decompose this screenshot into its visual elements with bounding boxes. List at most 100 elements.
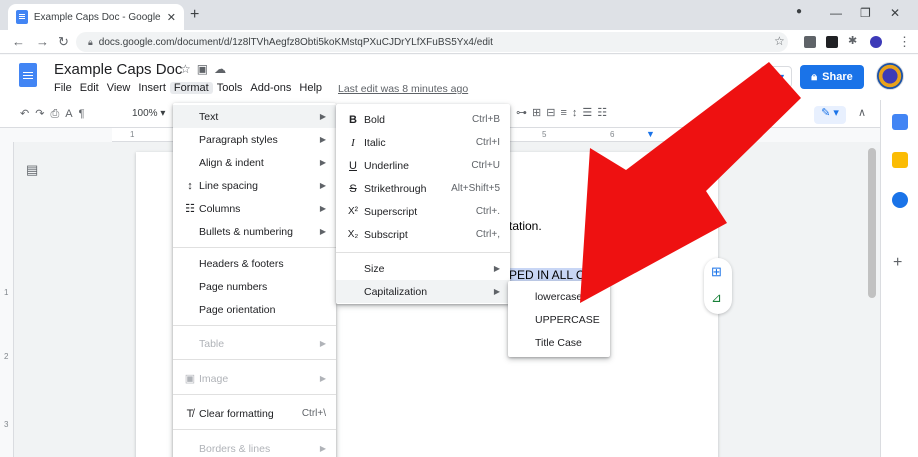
- menu-item-capitalization[interactable]: Capitalization ▶: [336, 280, 510, 303]
- document-outline-icon[interactable]: ▤: [26, 162, 38, 178]
- tab-title: Example Caps Doc - Google Doc: [33, 11, 161, 23]
- menu-item-uppercase[interactable]: UPPERCASE: [508, 308, 610, 331]
- capitalization-submenu: lowercase UPPERCASE Title Case: [508, 281, 610, 357]
- window-close-icon[interactable]: ✕: [890, 6, 900, 20]
- menu-item-label: Columns: [199, 202, 241, 215]
- vertical-ruler[interactable]: 1 2 3: [0, 142, 14, 457]
- extensions-puzzle-icon[interactable]: ✱: [848, 34, 857, 47]
- menu-shortcut: Ctrl+I: [475, 137, 500, 148]
- star-icon[interactable]: ☆: [180, 62, 197, 76]
- extension-icon[interactable]: [804, 36, 816, 48]
- docs-favicon-icon: [16, 10, 28, 24]
- vruler-mark: 1: [4, 288, 9, 297]
- menu-tools[interactable]: Tools: [213, 82, 247, 94]
- share-button[interactable]: 🔒︎ Share: [800, 65, 864, 89]
- keep-icon[interactable]: [892, 152, 908, 168]
- comment-icon[interactable]: ⊞: [532, 107, 546, 119]
- underline-icon: U: [349, 159, 357, 172]
- docs-logo-icon[interactable]: [19, 63, 37, 87]
- menu-item-paragraph-styles[interactable]: Paragraph styles ▶: [173, 128, 336, 151]
- browser-menu-icon[interactable]: ⋮: [898, 34, 911, 50]
- align-icon[interactable]: ≡: [560, 107, 571, 119]
- menu-file[interactable]: File: [50, 82, 76, 94]
- menu-divider: [173, 359, 336, 360]
- link-icon[interactable]: ⊶: [516, 107, 532, 119]
- paint-format-icon[interactable]: ¶: [79, 108, 91, 120]
- get-addons-icon[interactable]: +: [893, 254, 902, 272]
- tasks-icon[interactable]: [892, 192, 908, 208]
- menu-item-page-orientation[interactable]: Page orientation: [173, 298, 336, 321]
- browser-tabstrip: Example Caps Doc - Google Doc ✕ + ● — ❐ …: [0, 0, 918, 30]
- menu-item-headers-footers[interactable]: Headers & footers: [173, 252, 336, 275]
- scrollbar[interactable]: [864, 142, 880, 457]
- scrollbar-thumb[interactable]: [868, 148, 876, 298]
- menu-addons[interactable]: Add-ons: [246, 82, 295, 94]
- tab-close-icon[interactable]: ✕: [167, 11, 176, 24]
- browser-tab[interactable]: Example Caps Doc - Google Doc ✕: [8, 4, 184, 30]
- suggest-edits-icon[interactable]: ⊿: [711, 290, 722, 306]
- menu-item-title-case[interactable]: Title Case: [508, 331, 610, 354]
- collapse-menus-icon[interactable]: ∧: [858, 106, 866, 119]
- line-spacing-icon[interactable]: ↕: [572, 107, 583, 119]
- print-icon[interactable]: ⎙: [50, 108, 65, 120]
- profile-dot-icon[interactable]: ●: [796, 6, 802, 17]
- checklist-icon[interactable]: ☰: [582, 107, 597, 119]
- minimize-icon[interactable]: —: [830, 6, 842, 20]
- menu-item-subscript[interactable]: X₂ Subscript Ctrl+,: [336, 223, 510, 246]
- menu-format[interactable]: Format: [169, 82, 213, 94]
- pencil-icon: ✎ ▾: [821, 107, 839, 119]
- menu-item-strikethrough[interactable]: S Strikethrough Alt+Shift+5: [336, 177, 510, 200]
- menu-insert[interactable]: Insert: [134, 82, 170, 94]
- menu-item-bullets-numbering[interactable]: Bullets & numbering ▶: [173, 220, 336, 243]
- menu-item-text[interactable]: Text ▶: [173, 105, 336, 128]
- screen: Example Caps Doc - Google Doc ✕ + ● — ❐ …: [0, 0, 918, 457]
- undo-icon[interactable]: ↶: [20, 108, 35, 120]
- menu-edit[interactable]: Edit: [76, 82, 103, 94]
- menu-item-align-indent[interactable]: Align & indent ▶: [173, 151, 336, 174]
- move-folder-icon[interactable]: ▣: [197, 62, 214, 76]
- menu-shortcut: Ctrl+.: [475, 206, 500, 217]
- reload-icon[interactable]: ↻: [58, 34, 69, 50]
- redo-icon[interactable]: ↷: [35, 108, 50, 120]
- image-icon[interactable]: ⊟: [546, 107, 560, 119]
- new-tab-button[interactable]: +: [190, 6, 199, 24]
- docs-header: Example Caps Doc ☆▣☁ File Edit View Inse…: [0, 55, 918, 100]
- menu-item-borders-lines: Borders & lines ▶: [173, 437, 336, 457]
- document-text-line[interactable]: tation.: [509, 219, 542, 233]
- menu-item-bold[interactable]: B Bold Ctrl+B: [336, 108, 510, 131]
- cloud-status-icon[interactable]: ☁: [214, 62, 232, 76]
- add-comment-icon[interactable]: ⊞: [711, 264, 722, 280]
- menu-divider: [173, 247, 336, 248]
- menu-item-lowercase[interactable]: lowercase: [508, 285, 610, 308]
- menu-item-page-numbers[interactable]: Page numbers: [173, 275, 336, 298]
- maximize-icon[interactable]: ❐: [860, 6, 871, 20]
- menu-item-clear-formatting[interactable]: T̸ Clear formatting Ctrl+\: [173, 402, 336, 425]
- document-title[interactable]: Example Caps Doc: [54, 61, 182, 78]
- profile-avatar-icon[interactable]: [870, 36, 882, 48]
- menu-item-superscript[interactable]: X² Superscript Ctrl+.: [336, 200, 510, 223]
- menu-item-underline[interactable]: U Underline Ctrl+U: [336, 154, 510, 177]
- menu-item-size[interactable]: Size ▶: [336, 257, 510, 280]
- last-edit-link[interactable]: Last edit was 8 minutes ago: [338, 83, 468, 95]
- address-bar[interactable]: 🔒︎ docs.google.com/document/d/1z8lTVhAeg…: [76, 32, 788, 52]
- share-label: Share: [822, 71, 853, 83]
- extension-icon[interactable]: [826, 36, 838, 48]
- menu-item-columns[interactable]: ☷ Columns ▶: [173, 197, 336, 220]
- bookmark-star-icon[interactable]: ☆: [774, 34, 785, 48]
- forward-icon[interactable]: →: [36, 34, 49, 49]
- zoom-select[interactable]: 100% ▾: [132, 108, 165, 119]
- editing-mode-button[interactable]: ✎ ▾: [814, 106, 846, 124]
- selected-text[interactable]: PED IN ALL C: [509, 268, 585, 282]
- present-button[interactable]: ⊡ ▾: [760, 66, 792, 88]
- indent-marker-icon[interactable]: ▼: [646, 129, 655, 139]
- bullets-icon[interactable]: ☷: [597, 107, 612, 119]
- menu-view[interactable]: View: [103, 82, 135, 94]
- spellcheck-icon[interactable]: A: [65, 108, 78, 120]
- menu-help[interactable]: Help: [295, 82, 326, 94]
- menu-item-line-spacing[interactable]: ↕ Line spacing ▶: [173, 174, 336, 197]
- calendar-icon[interactable]: [892, 114, 908, 130]
- menu-item-italic[interactable]: I Italic Ctrl+I: [336, 131, 510, 154]
- menu-item-label: Bold: [364, 113, 386, 126]
- account-avatar[interactable]: [876, 62, 904, 90]
- back-icon[interactable]: ←: [12, 34, 25, 49]
